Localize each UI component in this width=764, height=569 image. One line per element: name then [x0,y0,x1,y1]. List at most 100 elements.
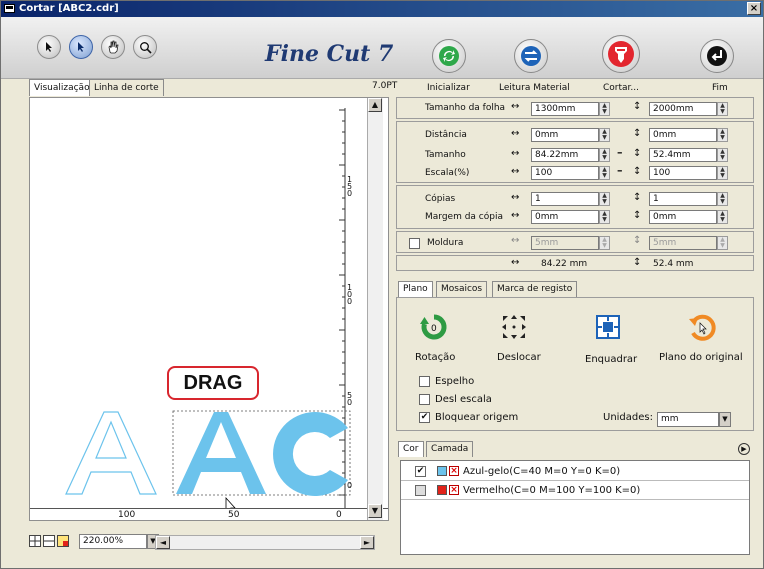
tab-preview[interactable]: Visualização [29,79,95,96]
pointer-icon [46,42,52,52]
total-width-readout: 84.22 mm [541,259,588,269]
cut-mark-icon: × [449,485,459,495]
layer-checkbox[interactable] [415,485,426,496]
move-label: Deslocar [497,352,541,363]
vertical-arrow-icon: ↕ [633,166,642,177]
copy-margin-x-spinner[interactable]: ▲ ▼ [599,210,610,224]
zoom-level-field[interactable]: 220.00% [79,534,147,549]
rotation-button[interactable]: 0 [417,310,451,344]
move-button[interactable] [497,310,531,344]
cut-dialog-window: Cortar [ABC2.cdr] × Fine Cut 7 Inicializ [0,0,764,569]
read-material-button[interactable] [514,39,548,73]
cutter-icon [608,41,634,67]
v-ruler-label-150: 150 [347,175,353,198]
copy-margin-x-field[interactable]: 0mm [531,210,599,224]
h-ruler-label-0: 0 [336,510,342,520]
mirror-checkbox[interactable] [419,376,430,387]
window-title: Cortar [ABC2.cdr] [19,3,119,14]
zoom-tool-button[interactable] [133,35,157,59]
copies-x-field[interactable]: 1 [531,192,599,206]
copy-margin-y-field[interactable]: 0mm [649,210,717,224]
copies-y-field[interactable]: 1 [649,192,717,206]
units-dropdown-button[interactable]: ▼ [719,412,731,427]
scroll-right-button[interactable]: ► [360,536,374,549]
scale-x-spinner[interactable]: ▲ ▼ [599,166,610,180]
scale-x-field[interactable]: 100 [531,166,599,180]
size-y-field[interactable]: 52.4mm [649,148,717,162]
drag-callout: DRAG [167,366,259,400]
scroll-left-button[interactable]: ◄ [156,536,170,549]
letter-a-outline [65,411,157,495]
initialize-button[interactable] [432,39,466,73]
hand-tool-button[interactable] [101,35,125,59]
fit-view-icon[interactable] [43,535,55,547]
preview-artwork [65,108,351,516]
tab-cut-line[interactable]: Linha de corte [89,79,164,96]
copies-label: Cópias [425,194,456,204]
sheet-size-group: Tamanho da folha ↔ 1300mm ▲ ▼ ↕ 2000mm ▲ ▼ [396,97,754,119]
frame-y-spinner: ▲ ▼ [717,236,728,250]
node-tool-button[interactable] [69,35,93,59]
distance-x-spinner[interactable]: ▲ ▼ [599,128,610,142]
scale-y-field[interactable]: 100 [649,166,717,180]
frame-checkbox[interactable] [409,238,420,249]
preview-canvas[interactable]: 150 100 50 0 DRAG 100 50 0 [29,97,389,521]
point-size-readout: 7.0PT [372,81,398,91]
copies-y-spinner[interactable]: ▲ ▼ [717,192,728,206]
tab-plano[interactable]: Plano [398,281,433,297]
layer-checkbox[interactable]: ✔ [415,466,426,477]
copy-margin-y-spinner[interactable]: ▲ ▼ [717,210,728,224]
select-tool-button[interactable] [37,35,61,59]
size-x-field[interactable]: 84.22mm [531,148,599,162]
layer-label: Azul-gelo(C=40 M=0 Y=0 K=0) [463,466,621,477]
fit-button[interactable] [591,310,625,344]
distance-y-spinner[interactable]: ▲ ▼ [717,128,728,142]
sheet-height-spinner[interactable]: ▲ ▼ [717,102,728,116]
horizontal-arrow-icon: ↔ [511,257,520,268]
size-y-spinner[interactable]: ▲ ▼ [717,148,728,162]
vertical-arrow-icon: ↕ [633,235,642,246]
units-select[interactable]: mm [657,412,719,427]
scroll-up-button[interactable]: ▲ [368,98,382,112]
sheet-size-label: Tamanho da folha [425,103,506,113]
lock-origin-checkbox[interactable]: ✔ [419,412,430,423]
scale-y-spinner[interactable]: ▲ ▼ [717,166,728,180]
return-arrow-icon [707,46,727,66]
tab-camada[interactable]: Camada [426,441,474,457]
copies-x-spinner[interactable]: ▲ ▼ [599,192,610,206]
vertical-scrollbar[interactable]: ▲ ▼ [367,98,383,520]
paint-icon[interactable] [57,535,69,547]
rotation-value: 0 [431,324,437,334]
position-size-group: Distância ↔ 0mm ▲ ▼ ↕ 0mm ▲ ▼ Tamanho ↔ 84… [396,121,754,183]
vertical-arrow-icon: ↕ [633,257,642,268]
scroll-down-button[interactable]: ▼ [368,504,382,518]
grid-view-icon[interactable] [29,535,41,547]
app-logo: Fine Cut 7 [265,41,394,67]
toolbar: Fine Cut 7 Inicializar Leitura Material … [1,17,763,93]
size-x-spinner[interactable]: ▲ ▼ [599,148,610,162]
fit-label: Enquadrar [585,354,638,365]
horizontal-scrollbar[interactable]: ◄ ► [155,535,375,550]
list-item[interactable]: ✔ × Azul-gelo(C=40 M=0 Y=0 K=0) [401,463,749,481]
shift-scale-checkbox[interactable] [419,394,430,405]
frame-group: Moldura ↔ 5mm ▲ ▼ ↕ 5mm ▲ ▼ [396,231,754,253]
original-layout-button[interactable] [685,310,719,344]
list-item[interactable]: × Vermelho(C=0 M=100 Y=100 K=0) [401,482,749,500]
layout-panel: Plano Mosaicos Marca de registo 0 Rotaçã… [396,281,754,431]
tab-marca-de-registo[interactable]: Marca de registo [492,281,578,297]
color-swatch [437,466,447,476]
tab-cor[interactable]: Cor [398,441,424,457]
panel-menu-button[interactable]: ▶ [738,443,750,455]
finish-label: Fim [712,83,728,93]
finish-button[interactable] [700,39,734,73]
sheet-width-field[interactable]: 1300mm [531,102,599,116]
node-pointer-icon [78,42,84,52]
cut-button[interactable] [602,35,640,73]
tab-mosaicos[interactable]: Mosaicos [436,281,488,297]
total-height-readout: 52.4 mm [653,259,694,269]
close-button[interactable]: × [747,2,761,15]
sheet-width-spinner[interactable]: ▲ ▼ [599,102,610,116]
sheet-height-field[interactable]: 2000mm [649,102,717,116]
distance-y-field[interactable]: 0mm [649,128,717,142]
distance-x-field[interactable]: 0mm [531,128,599,142]
